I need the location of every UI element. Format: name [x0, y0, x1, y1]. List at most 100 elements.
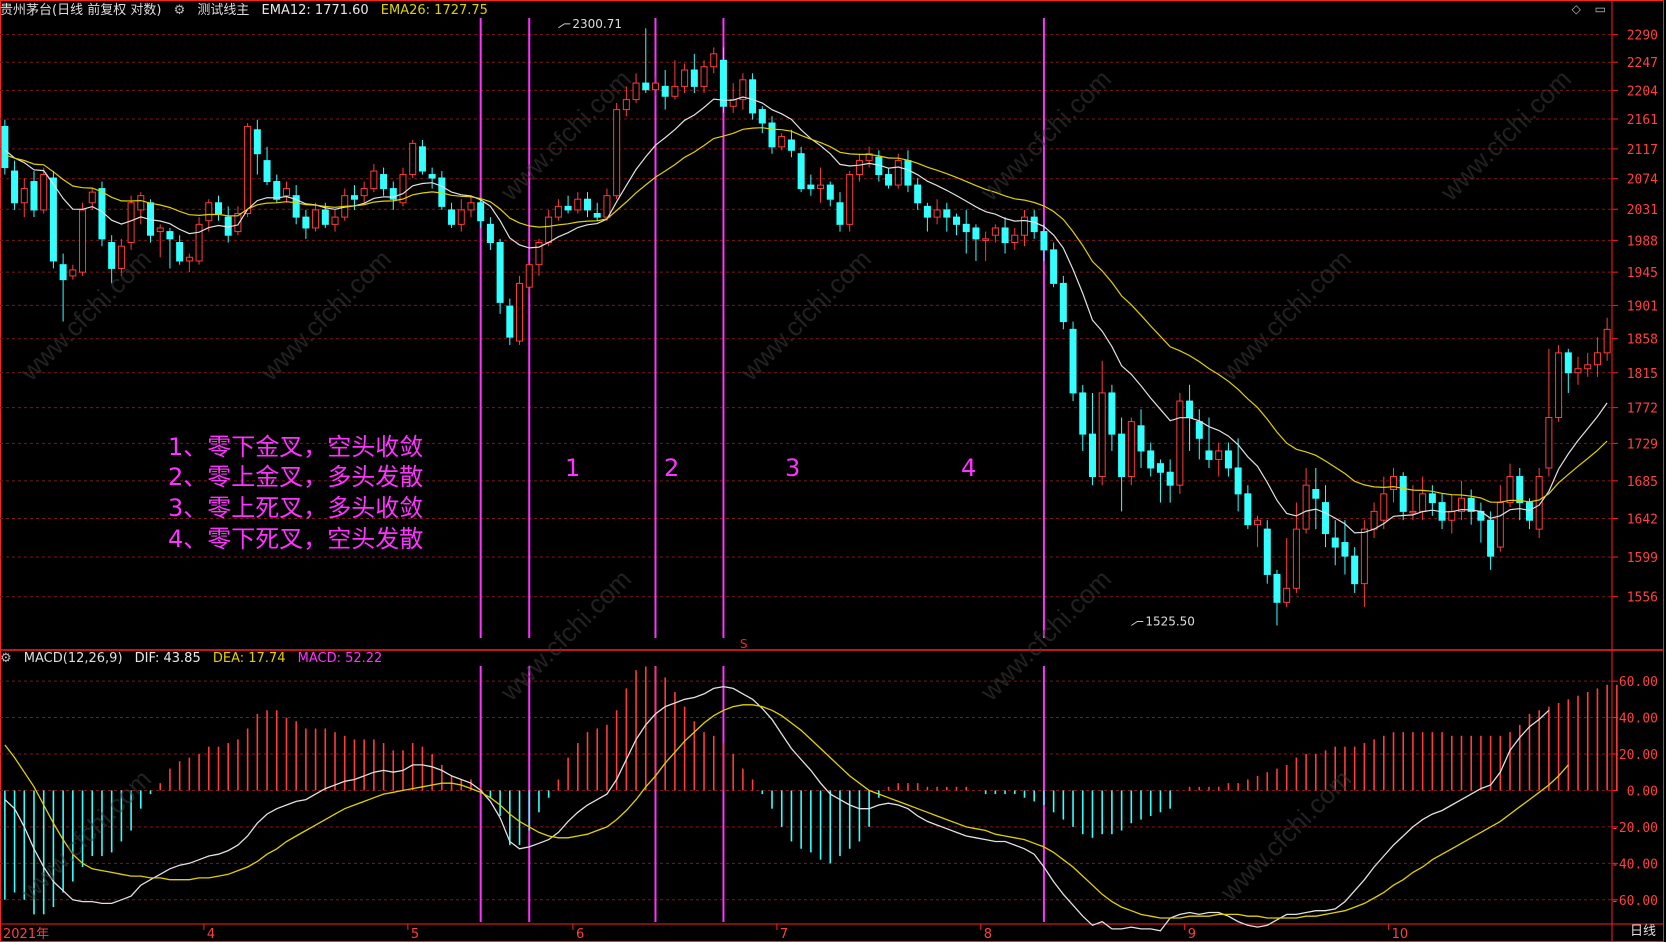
- candle-body: [1419, 493, 1427, 512]
- candle-body: [1118, 433, 1126, 478]
- candle-body: [1525, 502, 1533, 521]
- candle-body: [1496, 502, 1504, 548]
- y-tick-label: 1599: [1627, 551, 1658, 566]
- candle-body: [1166, 471, 1174, 486]
- candle-body: [1506, 476, 1514, 504]
- candle-body: [302, 216, 310, 229]
- candle-body: [477, 202, 485, 222]
- tab-daily[interactable]: 日线: [1630, 920, 1656, 939]
- candle-body: [982, 238, 990, 241]
- candle-body: [1147, 450, 1155, 469]
- candle-body: [1186, 400, 1194, 419]
- candle-body: [1380, 493, 1388, 521]
- y-tick-label: 1556: [1627, 591, 1658, 606]
- candle-body: [1399, 476, 1407, 512]
- candle-body: [1292, 528, 1300, 589]
- candle-body: [1564, 352, 1572, 374]
- y-tick-label: 2161: [1627, 113, 1658, 128]
- gear-icon[interactable]: ⚙: [0, 651, 12, 666]
- candle-body: [583, 198, 592, 211]
- candle-body: [331, 216, 339, 225]
- macd-y-tick-label: 40.00: [1619, 712, 1658, 727]
- macd-y-tick-label: -40.00: [1611, 857, 1658, 872]
- candle-body: [904, 160, 912, 186]
- macd-y-tick-label: 60.00: [1619, 675, 1658, 690]
- candle-body: [467, 202, 475, 211]
- candle-body: [1574, 368, 1582, 374]
- candle-body: [1244, 493, 1252, 526]
- candle-body: [1030, 216, 1038, 233]
- candle-body: [817, 184, 825, 190]
- y-tick-label: 1729: [1627, 437, 1658, 452]
- candle-body: [1448, 510, 1456, 521]
- candle-body: [807, 184, 815, 190]
- candle-body: [642, 82, 650, 91]
- y-tick-label: 2117: [1627, 143, 1658, 158]
- candle-body: [855, 160, 863, 176]
- macd-name[interactable]: MACD(12,26,9): [24, 651, 123, 666]
- candle-body: [545, 216, 553, 244]
- candle-body: [719, 59, 727, 107]
- y-tick-label: 1815: [1627, 367, 1658, 382]
- candle-body: [448, 209, 456, 225]
- candle-body: [253, 129, 261, 155]
- candle-body: [69, 269, 77, 277]
- candle-body: [1205, 450, 1213, 460]
- candle-body: [1011, 234, 1019, 244]
- legend-line-4: 4、零下死叉，空头发散: [168, 525, 424, 553]
- candle-body: [1069, 328, 1077, 394]
- y-tick-label: 1901: [1627, 299, 1658, 314]
- candle-body: [1428, 493, 1436, 504]
- dea-line: [4, 704, 1569, 919]
- candle-body: [360, 188, 368, 197]
- candle-body: [1059, 282, 1067, 323]
- zone-label-4: 4: [961, 454, 977, 482]
- candle-body: [137, 195, 145, 211]
- candle-body: [30, 181, 38, 211]
- candle-body: [914, 184, 922, 204]
- y-tick-label: 1988: [1627, 234, 1658, 249]
- candle-body: [195, 223, 203, 262]
- legend-line-3: 3、零上死叉，多头收敛: [168, 494, 424, 522]
- candle-body: [486, 223, 494, 244]
- candle-body: [787, 139, 795, 151]
- window-icon[interactable]: ▭: [1595, 2, 1606, 16]
- candle-body: [933, 209, 941, 218]
- candle-body: [321, 209, 329, 225]
- candle-body: [88, 191, 96, 204]
- candle-body: [263, 160, 271, 183]
- candle-body: [156, 227, 164, 233]
- candle-body: [972, 227, 980, 240]
- indicator-name[interactable]: 测试线主: [197, 3, 249, 18]
- candle-body: [836, 202, 844, 225]
- candle-body: [1127, 421, 1135, 478]
- main-header: 贵州茅台(日线 前复权 对数) ⚙ 测试线主 EMA12: 1771.60 EM…: [0, 0, 496, 22]
- candle-body: [516, 282, 524, 342]
- candle-body: [1516, 476, 1524, 504]
- diamond-icon[interactable]: ◇: [1572, 2, 1581, 16]
- candle-body: [20, 188, 28, 204]
- zone-label-3: 3: [785, 454, 801, 482]
- candle-body: [166, 231, 174, 240]
- candle-body: [1040, 231, 1048, 251]
- gear-icon[interactable]: ⚙: [174, 3, 186, 18]
- candle-body: [282, 188, 290, 197]
- candle-body: [1195, 421, 1203, 439]
- candle-body: [409, 142, 417, 176]
- y-tick-label: 1858: [1627, 333, 1658, 348]
- macd-y-tick-label: 0.00: [1627, 784, 1658, 799]
- candle-body: [593, 213, 601, 218]
- candle-body: [962, 223, 970, 233]
- candle-body: [690, 69, 698, 87]
- candle-body: [1215, 450, 1223, 460]
- annotation-leader: [1131, 620, 1144, 626]
- candle-body: [846, 174, 854, 225]
- x-tick-label: 10: [1392, 927, 1409, 942]
- candle-body: [1283, 587, 1291, 603]
- candle-body: [758, 109, 766, 124]
- candle-body: [350, 195, 358, 200]
- instrument-title[interactable]: 贵州茅台(日线 前复权 对数): [0, 3, 161, 18]
- candle-body: [59, 264, 67, 281]
- y-tick-label: 1772: [1627, 402, 1658, 417]
- signal-marker: S: [740, 637, 748, 651]
